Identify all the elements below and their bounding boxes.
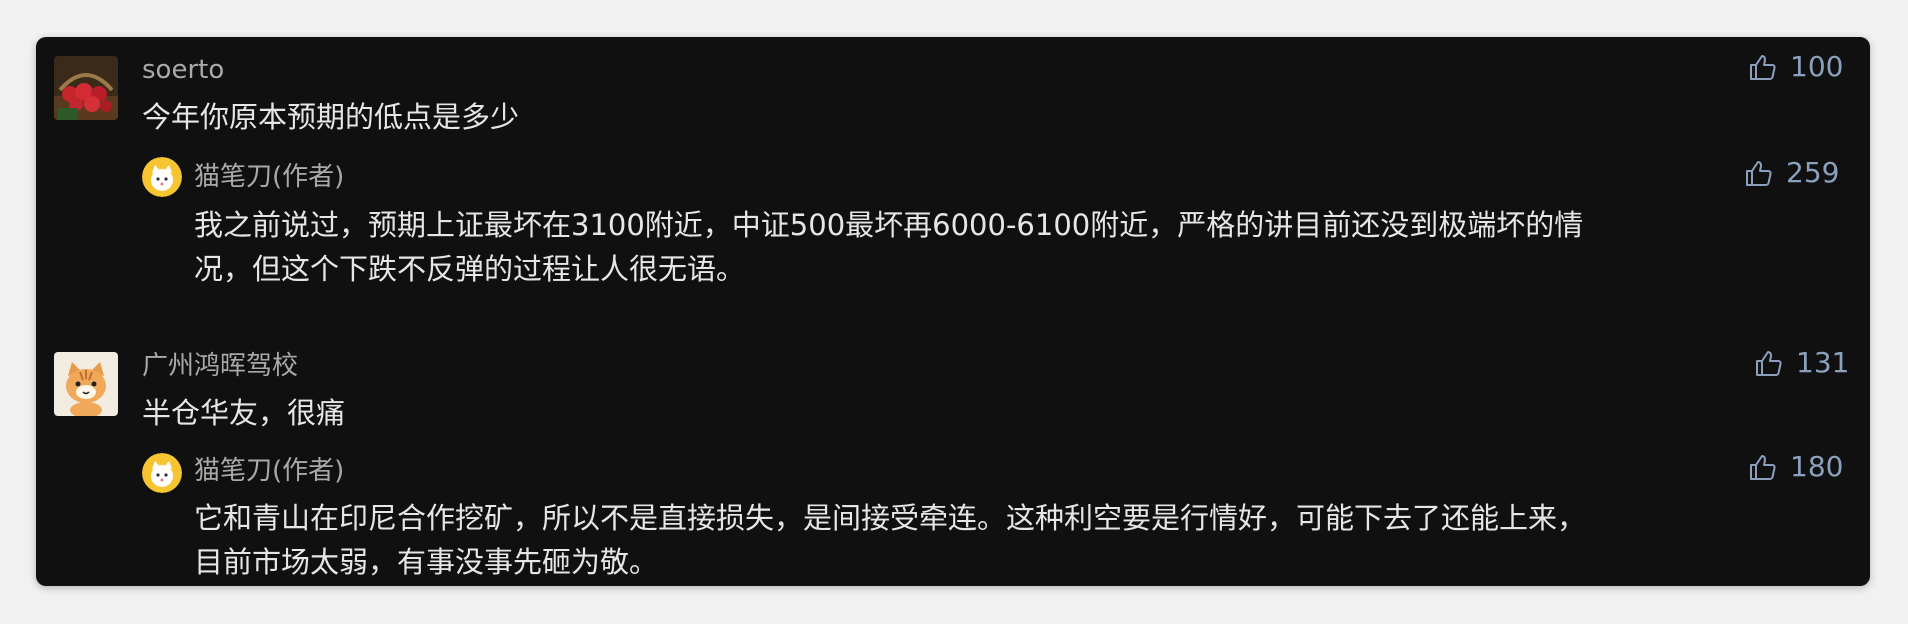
comment-author[interactable]: 广州鸿晖驾校	[142, 351, 298, 381]
avatar[interactable]	[142, 157, 182, 197]
like-count: 131	[1796, 346, 1850, 379]
comment-text: 今年你原本预期的低点是多少	[142, 100, 520, 134]
like-button[interactable]: 180	[1748, 451, 1843, 483]
thumbs-up-icon	[1756, 351, 1782, 376]
reply-author[interactable]: 猫笔刀(作者)	[194, 162, 344, 192]
avatar[interactable]	[54, 352, 118, 416]
avatar[interactable]	[142, 453, 182, 493]
reply-text-line: 我之前说过，预期上证最坏在3100附近，中证500最坏再6000-6100附近，…	[194, 208, 1584, 242]
thumbs-up-icon	[1746, 161, 1772, 186]
like-button[interactable]: 259	[1744, 157, 1839, 189]
like-button[interactable]: 100	[1748, 51, 1843, 83]
reply-text-line: 它和青山在印尼合作挖矿，所以不是直接损失，是间接受牵连。这种利空要是行情好，可能…	[194, 501, 1587, 535]
comment-author[interactable]: soerto	[142, 55, 224, 85]
like-count: 100	[1790, 50, 1844, 83]
strawberry-basket-icon	[54, 56, 118, 120]
like-count: 259	[1786, 156, 1840, 189]
comments-panel: soerto 今年你原本预期的低点是多少 100 猫笔刀(作者) 我之前说过，预…	[36, 37, 1870, 586]
thumbs-up-icon	[1750, 55, 1776, 80]
like-count: 180	[1790, 450, 1844, 483]
comment-text: 半仓华友，很痛	[142, 396, 346, 430]
reply-author[interactable]: 猫笔刀(作者)	[194, 456, 344, 486]
cartoon-cat-icon	[142, 157, 182, 197]
like-button[interactable]: 131	[1754, 347, 1849, 379]
cartoon-cat-icon	[142, 453, 182, 493]
thumbs-up-icon	[1750, 455, 1776, 480]
orange-cat-icon	[54, 352, 118, 416]
avatar[interactable]	[54, 56, 118, 120]
reply-text-line: 况，但这个下跌不反弹的过程让人很无语。	[194, 252, 746, 286]
reply-text-line: 目前市场太弱，有事没事先砸为敬。	[194, 545, 659, 579]
